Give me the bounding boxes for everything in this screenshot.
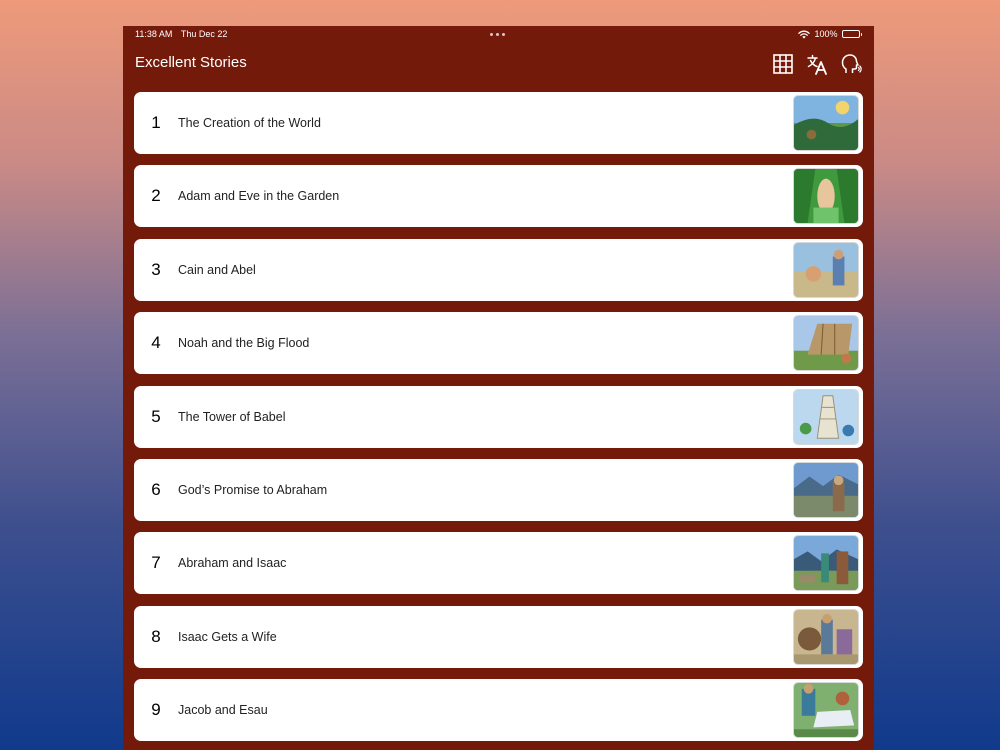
story-thumbnail: [793, 315, 859, 372]
story-title: Adam and Eve in the Garden: [178, 189, 340, 204]
wifi-icon: [798, 30, 811, 39]
story-thumbnail: [793, 168, 859, 225]
page-title: Excellent Stories: [135, 54, 247, 71]
story-row-9[interactable]: 9 Jacob and Esau: [134, 679, 863, 742]
listen-head-icon: [841, 54, 862, 73]
status-bar: 11:38 AM Thu Dec 22 100%: [123, 26, 874, 44]
story-row-1[interactable]: 1 The Creation of the World: [134, 92, 863, 154]
status-left: 11:38 AM Thu Dec 22: [135, 29, 227, 39]
story-number: 7: [151, 553, 161, 573]
status-date: Thu Dec 22: [180, 29, 228, 39]
story-title: Isaac Gets a Wife: [178, 629, 277, 644]
story-title: God’s Promise to Abraham: [178, 482, 328, 497]
story-number: 8: [151, 626, 161, 646]
story-thumbnail: [793, 388, 859, 445]
story-thumbnail: [793, 461, 859, 518]
multitasking-dots-icon[interactable]: [490, 33, 505, 36]
grid-view-button[interactable]: [772, 52, 794, 76]
grid-icon: [773, 54, 793, 74]
translate-icon: [807, 54, 827, 75]
story-row-5[interactable]: 5 The Tower of Babel: [134, 385, 863, 448]
story-list: 1 The Creation of the World 2 Adam and E…: [134, 92, 863, 750]
story-title: The Tower of Babel: [178, 409, 286, 424]
story-title: Noah and the Big Flood: [178, 336, 310, 351]
story-row-3[interactable]: 3 Cain and Abel: [134, 238, 863, 301]
status-time: 11:38 AM: [135, 29, 173, 39]
story-thumbnail: [793, 535, 859, 592]
navigation-bar: Excellent Stories: [123, 48, 874, 82]
story-number: 4: [151, 333, 161, 353]
story-row-6[interactable]: 6 God’s Promise to Abraham: [134, 458, 863, 521]
story-number: 3: [151, 259, 161, 279]
story-number: 9: [151, 700, 161, 720]
story-number: 6: [151, 479, 161, 499]
story-title: The Creation of the World: [178, 116, 321, 130]
story-row-7[interactable]: 7 Abraham and Isaac: [134, 532, 863, 595]
story-number: 2: [151, 186, 161, 206]
audio-button[interactable]: [840, 52, 862, 76]
nav-actions: [772, 52, 862, 76]
story-title: Cain and Abel: [178, 262, 256, 277]
story-row-2[interactable]: 2 Adam and Eve in the Garden: [134, 165, 863, 228]
app-window: 11:38 AM Thu Dec 22 100% Excellent Stori…: [123, 26, 874, 750]
story-row-4[interactable]: 4 Noah and the Big Flood: [134, 312, 863, 375]
story-title: Abraham and Isaac: [178, 556, 287, 571]
battery-icon: [841, 30, 862, 38]
story-thumbnail: [793, 608, 859, 665]
battery-percent: 100%: [814, 29, 838, 39]
story-thumbnail: [793, 95, 859, 151]
story-number: 1: [151, 113, 161, 132]
status-right: 100%: [798, 29, 862, 39]
story-number: 5: [151, 406, 161, 426]
story-row-8[interactable]: 8 Isaac Gets a Wife: [134, 605, 863, 668]
story-thumbnail: [793, 682, 859, 739]
story-title: Jacob and Esau: [178, 703, 268, 718]
story-thumbnail: [793, 241, 859, 298]
language-button[interactable]: [806, 52, 828, 76]
